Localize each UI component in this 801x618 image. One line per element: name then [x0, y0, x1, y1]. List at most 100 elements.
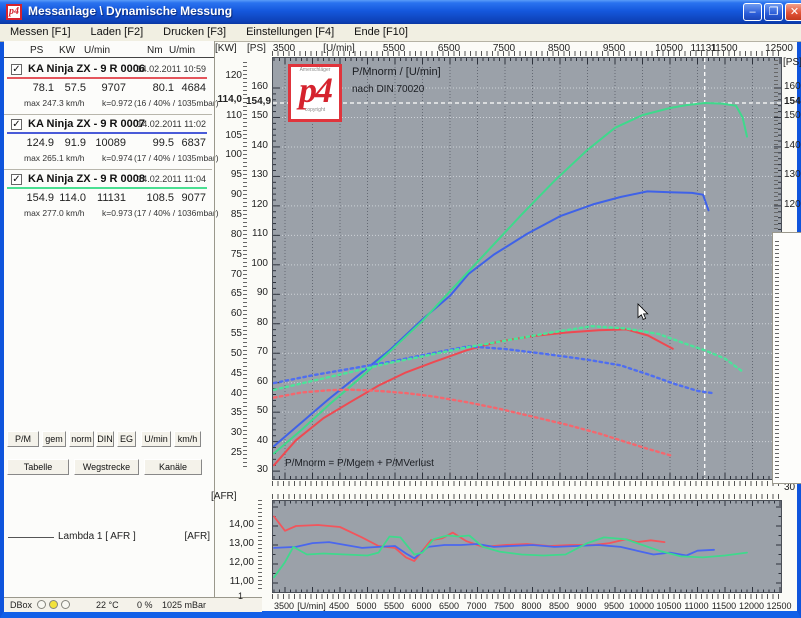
run-name: KA Ninja ZX - 9 R 0008	[28, 173, 145, 185]
kw-tick-105: 105	[214, 130, 242, 141]
ps-left-tick-160: 160	[246, 81, 268, 92]
afr-x-tick-11500: 11500	[712, 601, 736, 611]
menu-item-drucken[interactable]: Drucken [F3]	[153, 24, 236, 41]
filter-button-pm[interactable]: P/M	[7, 431, 39, 447]
run-separator	[4, 169, 212, 170]
ps-left-axis-title: [PS]	[247, 43, 266, 54]
kw-tick-65: 65	[214, 288, 242, 299]
title-bar[interactable]: p4 Messanlage \ Dynamische Messung – ❐ ✕	[0, 0, 801, 24]
kw-tick-85: 85	[214, 209, 242, 220]
afr-tick-12: 12,00	[226, 557, 254, 568]
pressure-value: 1025 mBar	[162, 600, 206, 610]
app-window: p4 Messanlage \ Dynamische Messung – ❐ ✕…	[0, 0, 801, 618]
filter-button-din[interactable]: DIN	[96, 431, 114, 447]
afr-x-tick-8000: 8000	[521, 601, 541, 611]
menu-item-einstellungen[interactable]: Einstellungen [F4]	[236, 24, 344, 41]
run-kw: 114.0	[58, 192, 86, 204]
afr-x-tick-5000: 5000	[356, 601, 376, 611]
close-button[interactable]: ✕	[785, 3, 801, 21]
top-axis-ticks	[272, 51, 782, 56]
run-checkbox[interactable]: ✓	[11, 119, 22, 130]
afr-axis-title: [AFR]	[211, 491, 237, 502]
kw-tick-110: 110	[214, 110, 242, 121]
header-divider	[4, 57, 214, 58]
maximize-button[interactable]: ❐	[764, 3, 783, 21]
lambda-divider	[8, 537, 54, 538]
view-button-wegstrecke[interactable]: Wegstrecke	[74, 459, 139, 475]
run-conditions: (17 / 40% / 1035mbar)	[134, 153, 219, 163]
runs-panel: PS KW U/min Nm U/min ✓KA Ninja ZX - 9 R …	[4, 41, 214, 597]
minimize-button[interactable]: –	[743, 3, 762, 21]
dbox-label: DBox	[10, 600, 32, 610]
run-rpm: 11131	[90, 192, 126, 204]
run-ps: 124.9	[26, 137, 54, 149]
run-k-factor: k=0.972	[102, 98, 133, 108]
run-k-factor: k=0.973	[102, 208, 133, 218]
kw-tick-60: 60	[214, 308, 242, 319]
run-item-0[interactable]: ✓KA Ninja ZX - 9 R 000614.02.2011 10:597…	[4, 62, 212, 116]
ps-left-tick-100: 100	[246, 258, 268, 269]
run-checkbox[interactable]: ✓	[11, 174, 22, 185]
run-nm-rpm: 4684	[176, 82, 206, 94]
ps-left-tick-highlight: 154,9	[246, 96, 268, 107]
menu-item-laden[interactable]: Laden [F2]	[81, 24, 154, 41]
kw-tick-120: 120	[214, 70, 242, 81]
humidity-value: 0 %	[137, 600, 153, 610]
ps-right-tick-150: 150	[784, 110, 801, 121]
afr-chart-canvas	[273, 501, 781, 592]
afr-x-tick-6000: 6000	[411, 601, 431, 611]
afr-x-tick-9500: 9500	[604, 601, 624, 611]
run-rpm: 10089	[90, 137, 126, 149]
menu-bar: Messen [F1]Laden [F2]Drucken [F3]Einstel…	[0, 24, 801, 42]
kw-tick-30: 30	[214, 427, 242, 438]
status-led-3	[61, 600, 70, 609]
ps-right-tick-130: 130	[784, 169, 801, 180]
p4-logo: Amerschläger p4 copyright	[288, 64, 342, 122]
lambda-channel-label: Lambda 1 [ AFR ]	[58, 531, 136, 542]
run-item-2[interactable]: ✓ KA Ninja ZX - 9 R 000814.02.2011 11:04 1…	[4, 172, 212, 226]
filter-button-gem[interactable]: gem	[42, 431, 66, 447]
run-separator	[4, 114, 212, 115]
run-ps: 154.9	[26, 192, 54, 204]
afr-x-tick-4000: [U/min]	[297, 601, 326, 611]
panel-separator	[214, 41, 215, 611]
run-rpm: 9707	[90, 82, 126, 94]
afr-tick-14: 14,00	[226, 519, 254, 530]
run-max-speed: max 277.0 km/h	[24, 208, 84, 218]
afr-x-tick-7500: 7500	[494, 601, 514, 611]
filter-button-eg[interactable]: EG	[117, 431, 136, 447]
afr-tick-13: 13,00	[226, 538, 254, 549]
filter-button-kmh[interactable]: km/h	[174, 431, 201, 447]
afr-x-tick-4500: 4500	[329, 601, 349, 611]
lambda-unit-label: [AFR]	[176, 531, 210, 542]
run-max-speed: max 265.1 km/h	[24, 153, 84, 163]
menu-item-messen[interactable]: Messen [F1]	[0, 24, 81, 41]
afr-x-tick-10500: 10500	[656, 601, 681, 611]
kw-tick-80: 80	[214, 229, 242, 240]
run-name: KA Ninja ZX - 9 R 0006	[28, 63, 145, 75]
nm-axis-ticks	[775, 241, 779, 481]
run-checkbox[interactable]: ✓	[11, 64, 22, 75]
kw-tick-40: 40	[214, 388, 242, 399]
run-datetime: 14.02.2011 11:04	[137, 174, 206, 184]
view-button-kanle[interactable]: Kanäle	[144, 459, 202, 475]
run-datetime: 14.02.2011 11:02	[137, 119, 206, 129]
window-title: Messanlage \ Dynamische Messung	[28, 4, 232, 18]
run-nm: 80.1	[144, 82, 174, 94]
page-indicator: 1	[238, 591, 243, 601]
kw-tick-55: 55	[214, 328, 242, 339]
afr-x-tick-6500: 6500	[439, 601, 459, 611]
ps-right-axis-ticks	[774, 60, 778, 230]
run-item-1[interactable]: ✓KA Ninja ZX - 9 R 000714.02.2011 11:021…	[4, 117, 212, 171]
run-nm: 99.5	[144, 137, 174, 149]
main-bottom-axis-ticks	[272, 481, 782, 486]
menu-item-ende[interactable]: Ende [F10]	[344, 24, 418, 41]
kw-tick-95: 95	[214, 169, 242, 180]
filter-button-umin[interactable]: U/min	[141, 431, 171, 447]
col-header-kw: KW	[59, 45, 75, 56]
run-conditions: (17 / 40% / 1036mbar)	[134, 208, 219, 218]
view-button-tabelle[interactable]: Tabelle	[7, 459, 69, 475]
filter-button-norm[interactable]: norm	[69, 431, 94, 447]
run-ps: 78.1	[26, 82, 54, 94]
mouse-cursor	[638, 304, 648, 319]
